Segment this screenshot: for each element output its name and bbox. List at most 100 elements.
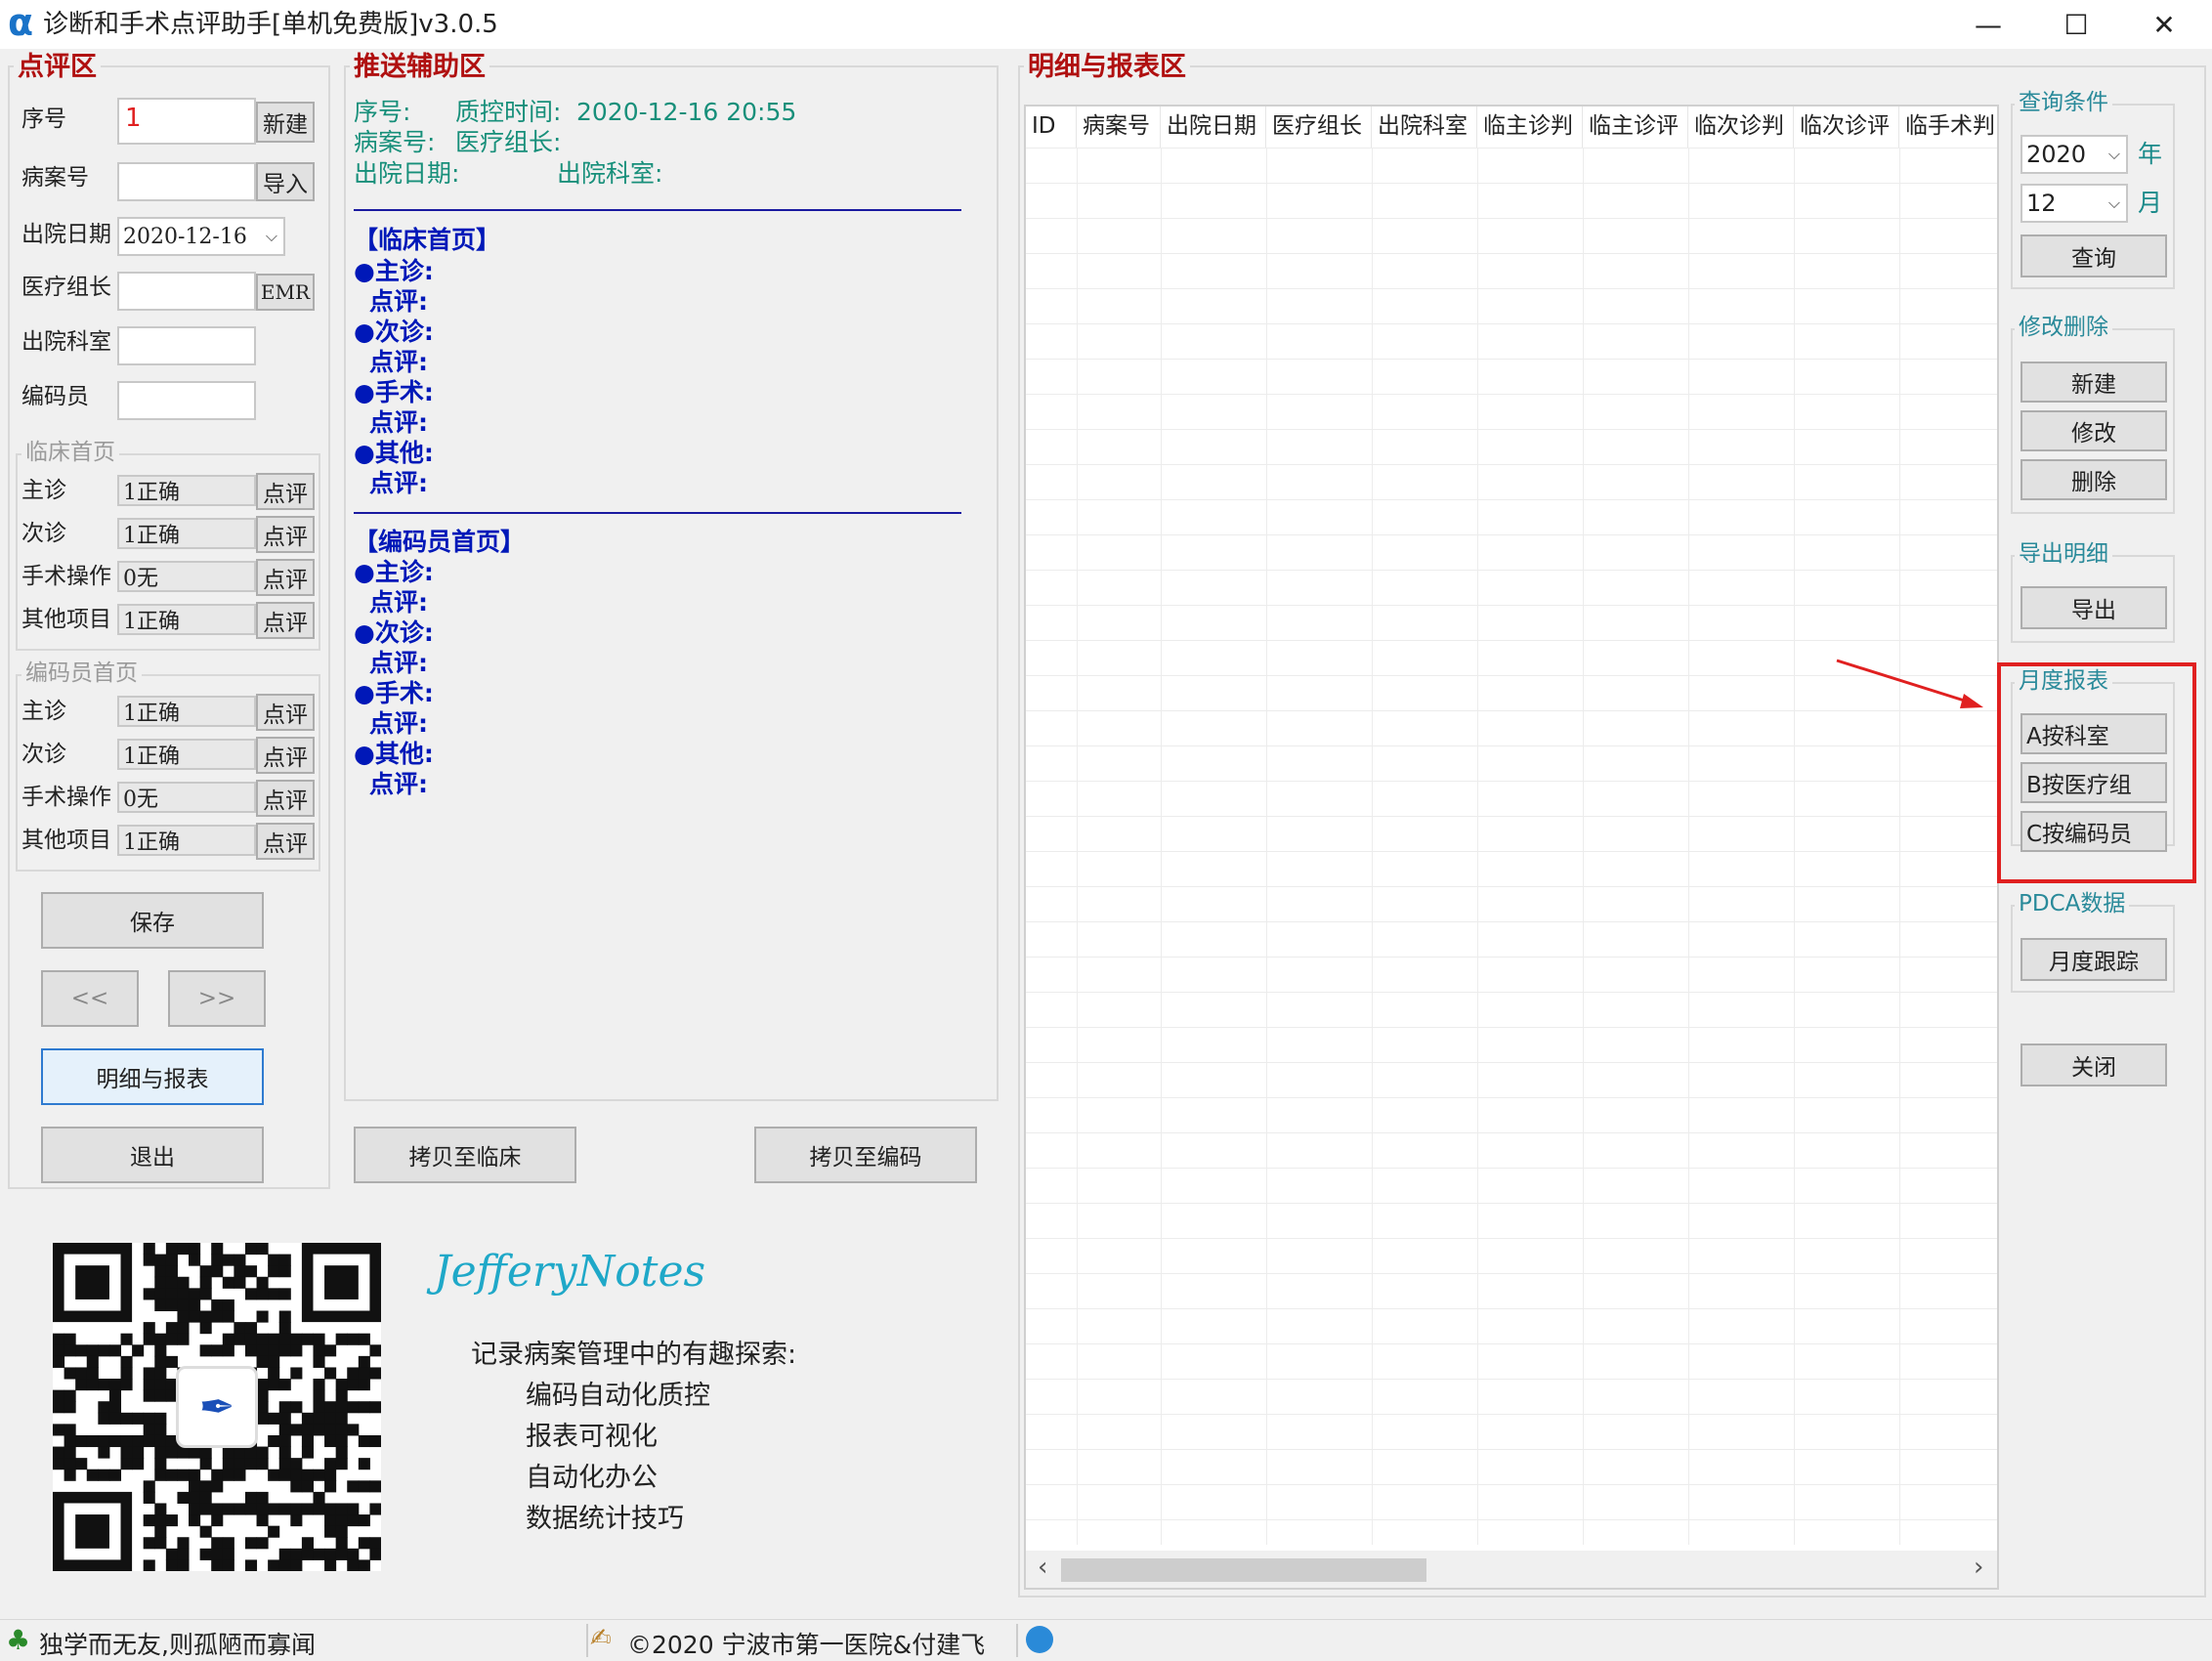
- coder-review-button[interactable]: 点评: [256, 780, 315, 817]
- import-button[interactable]: 导入: [256, 162, 315, 201]
- coder-row-label: 其他项目: [21, 828, 111, 853]
- clinical-row-value: 0无: [123, 567, 158, 591]
- coder-review-button[interactable]: 点评: [256, 694, 315, 731]
- new-entry-button[interactable]: 新建: [2021, 362, 2167, 403]
- monthly-tracking-button[interactable]: 月度跟踪: [2021, 938, 2167, 981]
- save-button[interactable]: 保存: [41, 892, 264, 949]
- table-column-header[interactable]: 出院科室: [1372, 106, 1477, 148]
- table-column-header[interactable]: 临主诊评: [1583, 106, 1688, 148]
- close-window-button[interactable]: ✕: [2120, 0, 2208, 49]
- table-row-line: [1026, 183, 1997, 184]
- coder-review-button[interactable]: 点评: [256, 737, 315, 774]
- next-record-button[interactable]: >>: [168, 970, 266, 1027]
- table-column-line: [1077, 148, 1078, 1545]
- exit-button[interactable]: 退出: [41, 1127, 264, 1183]
- scroll-right-icon[interactable]: ›: [1974, 1553, 1983, 1582]
- push-clinical-item: ●手术:: [354, 378, 434, 406]
- table-column-header[interactable]: ID: [1026, 106, 1077, 148]
- clinical-review-button[interactable]: 点评: [256, 559, 315, 596]
- emr-button[interactable]: EMR: [256, 274, 315, 311]
- table-column-header[interactable]: 临手术判: [1899, 106, 1997, 148]
- push-qc-time-label: 质控时间:: [455, 98, 562, 126]
- table-row-line: [1026, 1132, 1997, 1133]
- window-title: 诊断和手术点评助手[单机免费版]v3.0.5: [43, 10, 498, 39]
- copy-to-coder-button[interactable]: 拷贝至编码: [754, 1127, 977, 1183]
- copy-to-clinical-button[interactable]: 拷贝至临床: [354, 1127, 576, 1183]
- table-row-line: [1026, 605, 1997, 606]
- clinical-row-label: 次诊: [21, 521, 66, 546]
- scrollbar-thumb[interactable]: [1061, 1558, 1426, 1582]
- coder-input[interactable]: [117, 381, 256, 420]
- new-record-button[interactable]: 新建: [256, 102, 315, 143]
- delete-entry-button[interactable]: 删除: [2021, 459, 2167, 500]
- detail-report-button[interactable]: 明细与报表: [41, 1048, 264, 1105]
- maximize-button[interactable]: ☐: [2032, 0, 2120, 49]
- month-select[interactable]: 12 ⌵: [2021, 184, 2128, 223]
- clinical-review-button[interactable]: 点评: [256, 516, 315, 553]
- case-number-label: 病案号: [21, 165, 89, 191]
- promo-item: 数据统计技巧: [526, 1504, 684, 1534]
- promo-item: 报表可视化: [526, 1422, 658, 1452]
- clinical-row-select[interactable]: 0无: [117, 561, 256, 592]
- year-unit-label: 年: [2138, 140, 2163, 168]
- table-column-header[interactable]: 病案号: [1077, 106, 1161, 148]
- clinical-row-select[interactable]: 1正确: [117, 604, 256, 635]
- table-row-line: [1026, 1062, 1997, 1063]
- modify-entry-button[interactable]: 修改: [2021, 410, 2167, 451]
- table-column-line: [1161, 148, 1162, 1545]
- coder-row-select[interactable]: 0无: [117, 782, 256, 813]
- table-column-line: [1794, 148, 1795, 1545]
- status-bar: ♣ 独学而无友,则孤陋而寡闻 ✍ ©2020 宁波市第一医院&付建飞: [0, 1619, 2212, 1661]
- table-column-line: [1899, 148, 1900, 1545]
- table-row-line: [1026, 570, 1997, 571]
- table-column-header[interactable]: 临次诊判: [1688, 106, 1794, 148]
- table-column-header[interactable]: 出院日期: [1161, 106, 1266, 148]
- group-leader-label: 医疗组长: [21, 275, 111, 300]
- close-button[interactable]: 关闭: [2021, 1043, 2167, 1086]
- table-row-line: [1026, 148, 1997, 149]
- table-row-line: [1026, 429, 1997, 430]
- query-button[interactable]: 查询: [2021, 234, 2167, 277]
- push-coder-item: ●主诊:: [354, 558, 434, 586]
- discharge-date-label: 出院日期: [21, 222, 111, 247]
- minimize-button[interactable]: —: [1944, 0, 2032, 49]
- detail-panel-title: 明细与报表区: [1024, 51, 1190, 84]
- group-leader-input[interactable]: [117, 272, 256, 311]
- clinical-row-select[interactable]: 1正确: [117, 475, 256, 506]
- push-clinical-title: 【临床首页】: [354, 226, 501, 254]
- title-bar: α 诊断和手术点评助手[单机免费版]v3.0.5 — ☐ ✕: [0, 0, 2212, 49]
- discharge-dept-input[interactable]: [117, 326, 256, 365]
- clinical-review-button[interactable]: 点评: [256, 473, 315, 510]
- case-number-input[interactable]: [117, 162, 256, 201]
- promo-item: 自动化办公: [526, 1463, 658, 1493]
- coder-row-select[interactable]: 1正确: [117, 739, 256, 770]
- prev-record-button[interactable]: <<: [41, 970, 139, 1027]
- discharge-dept-label: 出院科室: [21, 329, 111, 355]
- table-row-line: [1026, 499, 1997, 500]
- push-panel-title: 推送辅助区: [350, 51, 489, 84]
- push-clinical-item: 点评:: [369, 348, 428, 376]
- year-value: 2020: [2026, 141, 2087, 168]
- table-row-line: [1026, 1343, 1997, 1344]
- month-unit-label: 月: [2138, 189, 2163, 217]
- divider: [1016, 1624, 1018, 1657]
- detail-table[interactable]: ID 病案号 出院日期 医疗组长 出院科室 临主诊判 临主诊评 临次诊判 临次诊评 临手术判 ‹ …: [1024, 105, 1999, 1590]
- table-row-line: [1026, 1414, 1997, 1415]
- horizontal-scrollbar[interactable]: ‹ ›: [1026, 1551, 1997, 1588]
- clinical-review-button[interactable]: 点评: [256, 602, 315, 639]
- brand-logo: JefferyNotes: [434, 1247, 706, 1297]
- coder-row-select[interactable]: 1正确: [117, 825, 256, 856]
- table-column-header[interactable]: 医疗组长: [1266, 106, 1372, 148]
- seq-input[interactable]: 1: [117, 98, 256, 145]
- table-column-header[interactable]: 临主诊判: [1477, 106, 1583, 148]
- coder-review-button[interactable]: 点评: [256, 823, 315, 860]
- scroll-left-icon[interactable]: ‹: [1038, 1553, 1047, 1582]
- year-select[interactable]: 2020 ⌵: [2021, 135, 2128, 174]
- clinical-row-select[interactable]: 1正确: [117, 518, 256, 549]
- discharge-date-picker[interactable]: 2020-12-16 ⌵: [117, 217, 285, 256]
- coder-row-select[interactable]: 1正确: [117, 696, 256, 727]
- chevron-down-icon: ⌵: [2107, 193, 2120, 212]
- export-button[interactable]: 导出: [2021, 586, 2167, 629]
- table-column-header[interactable]: 临次诊评: [1794, 106, 1899, 148]
- app-logo-icon: α: [8, 1, 34, 44]
